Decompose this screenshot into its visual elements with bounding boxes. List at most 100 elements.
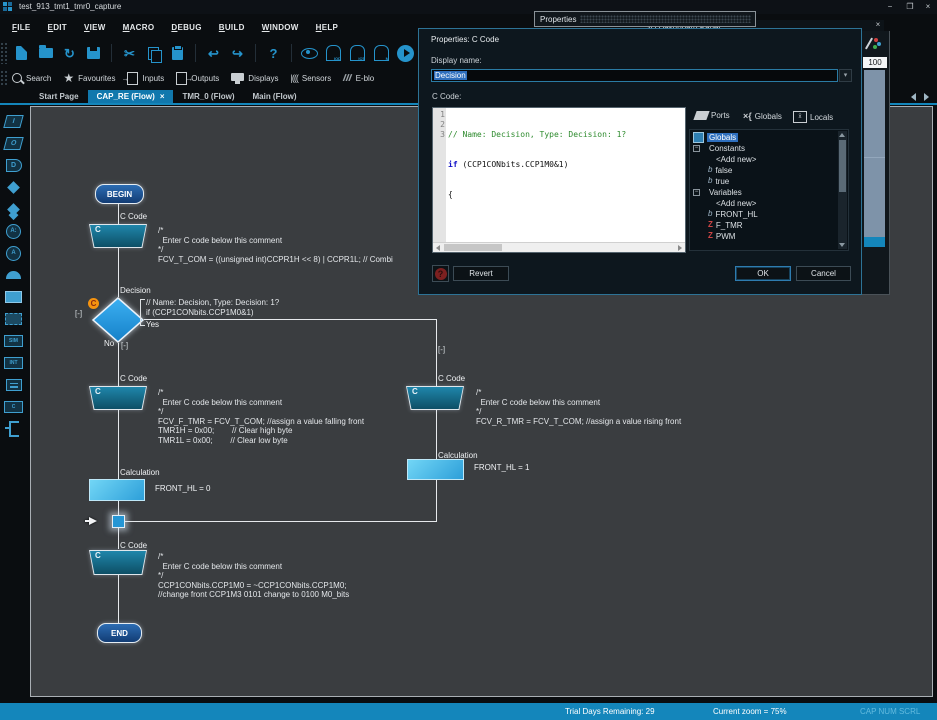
menu-debug[interactable]: DEBUG <box>171 23 201 32</box>
tool-component-macro[interactable] <box>0 286 27 308</box>
tool-output[interactable]: O <box>0 132 27 154</box>
collapse-toggle[interactable]: [-] <box>438 345 445 354</box>
menu-macro[interactable]: MACRO <box>123 23 155 32</box>
close-button[interactable]: × <box>921 1 935 12</box>
tree-item-true[interactable]: b true <box>708 176 729 186</box>
dialog-help-button[interactable]: ? <box>432 265 449 282</box>
tree-item-constants[interactable]: − Constants <box>693 143 745 153</box>
new-file-button[interactable] <box>12 44 31 63</box>
tool-sim[interactable]: SIM <box>0 330 27 352</box>
menu-build[interactable]: BUILD <box>219 23 245 32</box>
calculation-1-node[interactable] <box>89 479 145 501</box>
tree-vertical-scrollbar[interactable] <box>838 131 847 249</box>
save-button[interactable] <box>84 44 103 63</box>
tool-switch[interactable] <box>0 198 27 220</box>
redo-button[interactable]: ↪ <box>228 44 247 63</box>
paste-button[interactable] <box>168 44 187 63</box>
debug-chip-button[interactable]: M <box>372 44 391 63</box>
ok-button[interactable]: OK <box>735 266 791 281</box>
minimize-button[interactable]: − <box>883 1 897 12</box>
help-button[interactable]: ? <box>264 44 283 63</box>
tool-decision[interactable] <box>0 176 27 198</box>
display-name-dropdown-button[interactable]: ▾ <box>839 69 852 82</box>
menu-help[interactable]: HELP <box>316 23 339 32</box>
tab-close-icon[interactable]: × <box>160 92 165 101</box>
menu-file[interactable]: FILE <box>12 23 31 32</box>
properties-panel-titlebar[interactable]: Properties <box>534 11 756 27</box>
menu-window[interactable]: WINDOW <box>262 23 299 32</box>
restore-button[interactable]: ❐ <box>903 1 917 12</box>
globals-tree[interactable]: Globals − Constants <Add new> b false b … <box>689 129 849 251</box>
c-code-3-node[interactable]: C <box>406 386 464 410</box>
tool-interrupt[interactable]: INT <box>0 352 27 374</box>
copy-button[interactable] <box>144 44 163 63</box>
displays-button[interactable]: Displays <box>231 73 278 84</box>
scrollbar-thumb[interactable] <box>444 244 502 251</box>
view-button[interactable] <box>300 44 319 63</box>
undo-button[interactable]: ↩ <box>204 44 223 63</box>
debug-iod-button[interactable]: IOD <box>324 44 343 63</box>
decision-node[interactable] <box>91 296 145 344</box>
menu-edit[interactable]: EDIT <box>48 23 67 32</box>
tree-item-add-variable[interactable]: <Add new> <box>716 198 756 208</box>
cut-button[interactable]: ✂ <box>120 44 139 63</box>
begin-node[interactable]: BEGIN <box>95 184 144 204</box>
tree-item-add-constant[interactable]: <Add new> <box>716 154 756 164</box>
outputs-button[interactable]: Outputs <box>176 72 219 85</box>
tool-goto-connection[interactable]: A <box>0 242 27 264</box>
collapse-icon[interactable]: − <box>693 145 700 152</box>
scroll-left-icon[interactable] <box>436 245 440 251</box>
tool-comment[interactable] <box>0 418 27 440</box>
inputs-button[interactable]: Inputs <box>127 72 164 85</box>
tab-main-flow[interactable]: Main (Flow) <box>243 90 305 103</box>
tab-locals[interactable]: x̄ Locals <box>793 111 833 123</box>
editor-horizontal-scrollbar[interactable] <box>433 242 685 252</box>
scrollbar-thumb[interactable] <box>839 140 846 192</box>
tool-simulation-macro[interactable] <box>0 308 27 330</box>
tab-scroll-left-icon[interactable] <box>911 93 916 101</box>
tab-tmr0-flow[interactable]: TMR_0 (Flow) <box>173 90 243 103</box>
scroll-up-icon[interactable] <box>839 133 845 137</box>
tree-item-front-hl[interactable]: b FRONT_HL <box>708 209 758 219</box>
collapse-toggle[interactable]: [-] <box>75 309 82 318</box>
selected-junction-point[interactable] <box>112 515 125 528</box>
collapse-toggle[interactable]: [-] <box>121 341 128 350</box>
revert-button[interactable]: ↻ <box>60 44 79 63</box>
tool-macro[interactable] <box>0 264 27 286</box>
search-button[interactable]: Search <box>12 73 51 83</box>
tree-item-globals-root[interactable]: Globals <box>693 132 738 142</box>
tab-cap-re-flow[interactable]: CAP_RE (Flow)× <box>88 90 174 103</box>
revert-button[interactable]: Revert <box>453 266 509 281</box>
scroll-right-icon[interactable] <box>678 245 682 251</box>
tab-scroll-right-icon[interactable] <box>924 93 929 101</box>
sensors-button[interactable]: |(((Sensors <box>291 73 332 83</box>
dashboard-close-icon[interactable]: × <box>872 19 884 30</box>
debug-iot-button[interactable]: IOT <box>348 44 367 63</box>
tree-item-variables[interactable]: − Variables <box>693 187 742 197</box>
tab-ports[interactable]: Ports <box>695 111 730 120</box>
tool-c-code[interactable]: C <box>0 396 27 418</box>
tree-item-pwm[interactable]: Z PWM <box>708 231 735 241</box>
tab-start-page[interactable]: Start Page <box>30 90 88 103</box>
c-code-2-node[interactable]: C <box>89 386 147 410</box>
menu-view[interactable]: VIEW <box>84 23 106 32</box>
tab-globals[interactable]: ×{ Globals <box>743 111 782 121</box>
zoom-value-field[interactable]: 100 <box>863 57 887 68</box>
run-button[interactable] <box>396 44 415 63</box>
calculation-2-node[interactable] <box>407 459 464 480</box>
c-code-editor[interactable]: 1 2 3 // Name: Decision, Type: Decision:… <box>432 107 686 253</box>
collapse-icon[interactable]: − <box>693 189 700 196</box>
tree-item-f-tmr[interactable]: Z F_TMR <box>708 220 743 230</box>
tool-connection-point[interactable]: A: <box>0 220 27 242</box>
cancel-button[interactable]: Cancel <box>796 266 851 281</box>
tool-input[interactable]: I <box>0 110 27 132</box>
end-node[interactable]: END <box>97 623 142 643</box>
tool-calculation[interactable] <box>0 374 27 396</box>
open-button[interactable] <box>36 44 55 63</box>
zoom-slider[interactable] <box>864 70 885 237</box>
c-code-1-node[interactable]: C <box>89 224 147 248</box>
tree-item-false[interactable]: b false <box>708 165 732 175</box>
eblocks-button[interactable]: IIIE-blo <box>343 73 374 84</box>
c-code-4-node[interactable]: C <box>89 550 147 575</box>
tool-delay[interactable]: D <box>0 154 27 176</box>
